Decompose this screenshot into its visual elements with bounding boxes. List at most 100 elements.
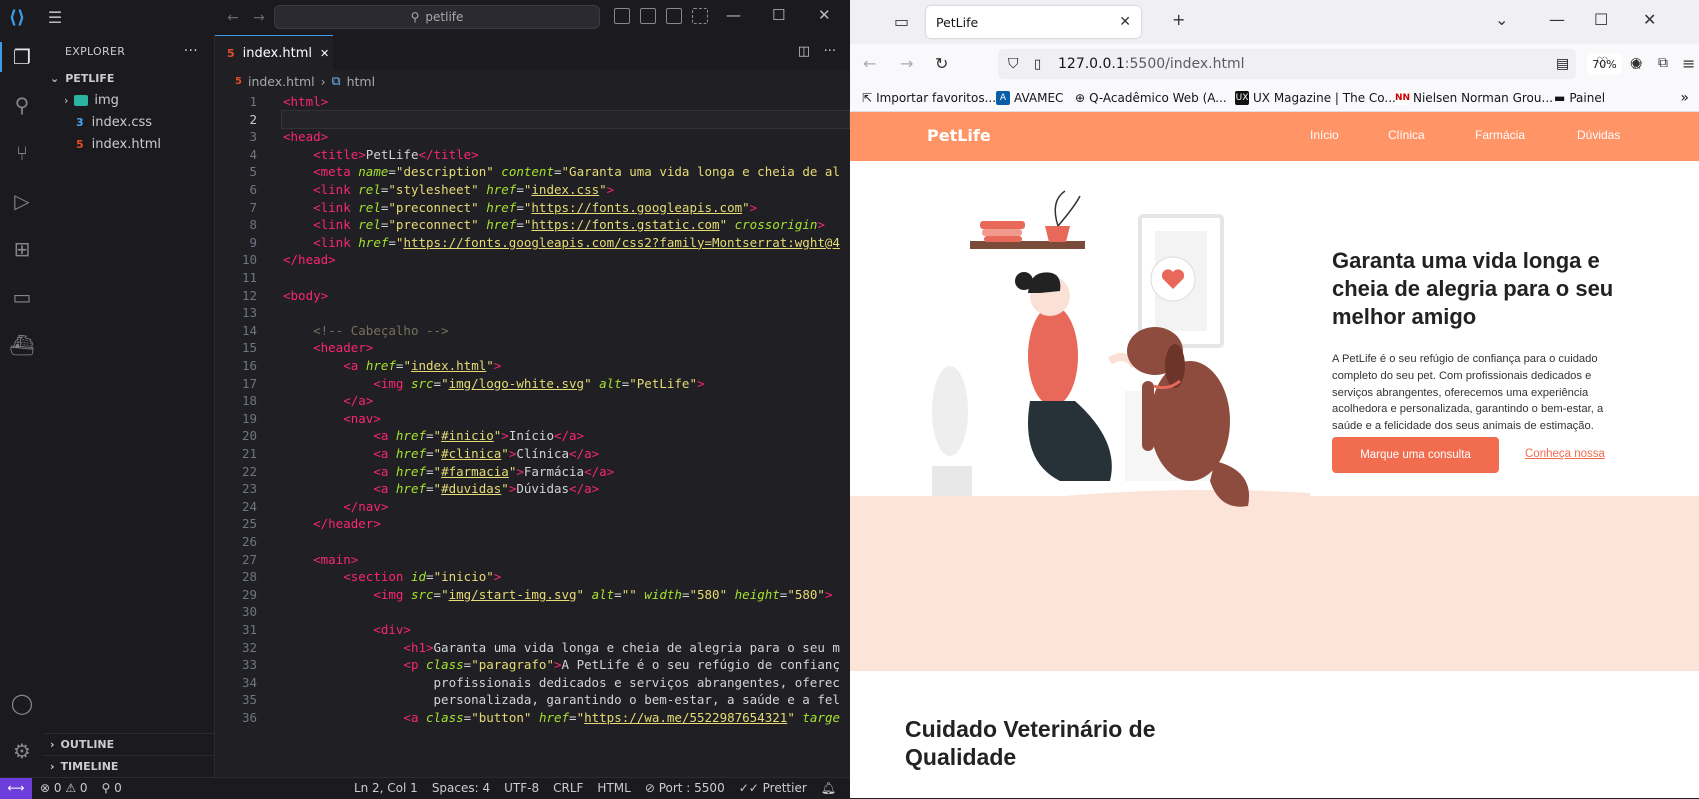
close-window-icon[interactable]: ✕	[1643, 10, 1656, 29]
nav-clinica[interactable]: Clínica	[1388, 128, 1425, 142]
maximize-icon[interactable]: ☐	[772, 6, 785, 24]
tree-item-index-css[interactable]: 3 index.css	[44, 111, 214, 133]
bookmark-qacademico[interactable]: ⊕ Q-Acadêmico Web (A...	[1075, 91, 1227, 105]
search-icon[interactable]: ⚲	[7, 90, 37, 120]
code-line[interactable]: </head>	[283, 252, 336, 267]
code-line[interactable]: <img src="img/logo-white.svg" alt="PetLi…	[283, 376, 704, 391]
url-bar[interactable]: ⛉ ▯ 127.0.0.1:5500/index.html ▤ 70% ☆	[998, 49, 1643, 79]
code-line[interactable]: <section id="inicio">	[283, 569, 501, 584]
toggle-secondary-sidebar-icon[interactable]	[666, 8, 682, 24]
code-line[interactable]: <h1>Garanta uma vida longa e cheia de al…	[283, 640, 840, 655]
code-line[interactable]: <a href="index.html">	[283, 358, 501, 373]
tree-item-index-html[interactable]: 5 index.html	[44, 133, 214, 155]
code-line[interactable]: <header>	[283, 340, 373, 355]
maximize-icon[interactable]: ☐	[1594, 10, 1608, 29]
customize-layout-icon[interactable]	[692, 8, 708, 24]
bookmark-import[interactable]: ⇱ Importar favoritos...	[862, 91, 996, 105]
minimize-icon[interactable]: —	[726, 6, 741, 24]
code-line[interactable]: <title>PetLife</title>	[283, 147, 479, 162]
cursor-position[interactable]: Ln 2, Col 1	[354, 781, 418, 795]
bookmark-nngroup[interactable]: NN Nielsen Norman Grou...	[1395, 90, 1553, 105]
toggle-sidebar-icon[interactable]	[614, 8, 630, 24]
menu-icon[interactable]: ≡	[1682, 54, 1695, 73]
nav-inicio[interactable]: Início	[1310, 128, 1339, 142]
ports-indicator[interactable]: ⚲ 0	[102, 781, 122, 795]
docker-icon[interactable]: ⛴	[7, 330, 37, 360]
close-window-icon[interactable]: ✕	[818, 6, 831, 24]
remote-indicator-icon[interactable]: ⟷	[0, 777, 32, 799]
code-line[interactable]: <!-- Cabeçalho -->	[283, 323, 448, 338]
tab-list-icon[interactable]: ▭	[894, 12, 909, 31]
more-actions-icon[interactable]: ···	[824, 44, 836, 59]
code-line[interactable]: <a href="#inicio">Início</a>	[283, 428, 584, 443]
code-line[interactable]: <link href="https://fonts.googleapis.com…	[283, 235, 840, 250]
site-logo[interactable]: PetLife	[927, 126, 991, 145]
extensions-icon[interactable]: ⊞	[7, 234, 37, 264]
back-arrow-icon[interactable]: ←	[220, 10, 246, 26]
code-line[interactable]: profissionais dedicados e serviços abran…	[283, 675, 840, 690]
code-line[interactable]: <main>	[283, 552, 358, 567]
explorer-icon[interactable]: ❐	[7, 42, 37, 72]
code-line[interactable]: <div>	[283, 622, 411, 637]
language-mode[interactable]: HTML	[597, 781, 630, 795]
code-line[interactable]: <link rel="preconnect" href="https://fon…	[283, 217, 825, 232]
code-line[interactable]: <a class="button" href="https://wa.me/55…	[283, 710, 840, 725]
line-ending[interactable]: CRLF	[553, 781, 583, 795]
bookmark-uxmagazine[interactable]: UX UX Magazine | The Co...	[1235, 90, 1396, 105]
learn-more-link[interactable]: Conheça nossa	[1525, 448, 1605, 460]
code-line[interactable]: <link rel="preconnect" href="https://fon…	[283, 200, 757, 215]
hamburger-menu-icon[interactable]: ☰	[40, 0, 70, 35]
forward-arrow-icon[interactable]: →	[246, 10, 272, 26]
book-appointment-button[interactable]: Marque uma consulta	[1332, 437, 1499, 473]
code-line[interactable]: </nav>	[283, 499, 388, 514]
problems-indicator[interactable]: ⊗ 0 ⚠ 0	[40, 781, 88, 795]
prettier-status[interactable]: ✓✓ Prettier	[739, 781, 807, 795]
code-line[interactable]: <p class="paragrafo">A PetLife é o seu r…	[283, 657, 840, 672]
code-line[interactable]: <meta name="description" content="Garant…	[283, 164, 840, 179]
bookmark-painel[interactable]: ▬ Painel	[1554, 91, 1605, 105]
code-line[interactable]: <nav>	[283, 411, 381, 426]
breadcrumb-file[interactable]: index.html	[248, 74, 315, 89]
code-line[interactable]: <head>	[283, 129, 328, 144]
nav-farmacia[interactable]: Farmácia	[1475, 128, 1525, 142]
outline-section[interactable]: › OUTLINE	[44, 733, 215, 755]
toggle-panel-icon[interactable]	[640, 8, 656, 24]
run-debug-icon[interactable]: ▷	[7, 186, 37, 216]
close-tab-icon[interactable]: ✕	[320, 47, 329, 60]
notifications-bell-icon[interactable]: 🔔︎	[821, 781, 836, 795]
tab-petlife[interactable]: PetLife ✕	[926, 6, 1141, 38]
bookmark-avamec[interactable]: A AVAMEC	[996, 90, 1063, 105]
code-line[interactable]: <img src="img/start-img.svg" alt="" widt…	[283, 587, 832, 602]
code-line[interactable]: </header>	[283, 516, 381, 531]
back-arrow-icon[interactable]: ←	[863, 54, 876, 73]
split-editor-icon[interactable]: ◫	[798, 44, 810, 59]
close-tab-icon[interactable]: ✕	[1119, 14, 1131, 30]
command-center-search[interactable]: ⚲ petlife	[274, 5, 600, 29]
tree-item-img-folder[interactable]: › img	[44, 89, 214, 111]
encoding[interactable]: UTF-8	[504, 781, 539, 795]
reload-icon[interactable]: ↻	[935, 54, 948, 73]
pocket-icon[interactable]: ♡	[1596, 55, 1609, 71]
more-bookmarks-icon[interactable]: »	[1680, 90, 1689, 106]
shield-icon[interactable]: ⛉	[1008, 56, 1019, 72]
minimize-icon[interactable]: —	[1549, 10, 1565, 29]
new-tab-icon[interactable]: +	[1172, 10, 1185, 29]
tab-index-html[interactable]: 5 index.html ✕	[215, 35, 333, 70]
extensions-icon[interactable]: ⧉	[1658, 55, 1668, 71]
account-icon[interactable]: ◉	[1630, 55, 1642, 71]
reader-view-icon[interactable]: ▤	[1556, 56, 1569, 72]
nav-duvidas[interactable]: Dúvidas	[1577, 128, 1620, 142]
code-line[interactable]: </a>	[283, 393, 373, 408]
code-line[interactable]: <a href="#farmacia">Farmácia</a>	[283, 464, 614, 479]
source-control-icon[interactable]: ⑂	[7, 138, 37, 168]
workspace-root[interactable]: ⌄ PETLIFE	[44, 67, 214, 89]
live-server-port[interactable]: ⊘ Port : 5500	[645, 781, 725, 795]
code-line[interactable]: personalizada, garantindo o bem-estar, a…	[283, 692, 840, 707]
settings-gear-icon[interactable]: ⚙	[7, 736, 37, 766]
remote-explorer-icon[interactable]: ▭	[7, 282, 37, 312]
more-actions-icon[interactable]: ···	[184, 43, 198, 59]
code-line[interactable]: <a href="#clinica">Clínica</a>	[283, 446, 599, 461]
list-all-tabs-chevron-icon[interactable]: ⌄	[1495, 10, 1508, 29]
breadcrumb-symbol[interactable]: html	[347, 74, 375, 89]
code-line[interactable]: <a href="#duvidas">Dúvidas</a>	[283, 481, 599, 496]
